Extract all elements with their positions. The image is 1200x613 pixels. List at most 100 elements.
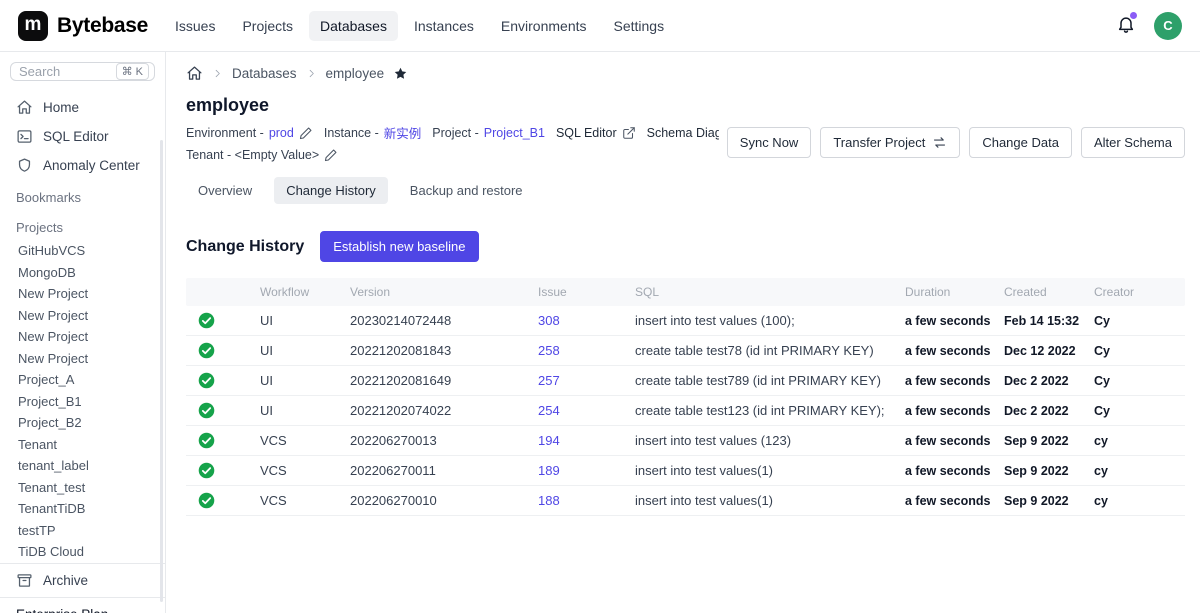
pencil-icon[interactable]: [324, 148, 338, 162]
main-content: Databases employee employee Environment …: [166, 52, 1200, 613]
sidebar-project-item[interactable]: Project_A: [0, 369, 165, 391]
sidebar-item-archive[interactable]: Archive: [0, 563, 165, 597]
sidebar-item-sql-editor[interactable]: SQL Editor: [0, 122, 165, 151]
button-label: Alter Schema: [1094, 135, 1172, 150]
meta-label: Instance -: [324, 126, 379, 140]
breadcrumb-employee[interactable]: employee: [326, 66, 385, 81]
change-data-button[interactable]: Change Data: [969, 127, 1072, 158]
transfer-icon: [932, 135, 947, 150]
avatar[interactable]: C: [1154, 12, 1182, 40]
button-label: Change Data: [982, 135, 1059, 150]
sidebar-project-item[interactable]: New Project: [0, 326, 165, 348]
col-creator: Creator: [1094, 285, 1185, 299]
row-status: [186, 492, 260, 509]
col-workflow: Workflow: [260, 285, 350, 299]
sidebar-project-item[interactable]: TenantTiDB: [0, 498, 165, 520]
sidebar-project-item[interactable]: New Project: [0, 305, 165, 327]
establish-baseline-button[interactable]: Establish new baseline: [320, 231, 478, 262]
tab-change-history[interactable]: Change History: [274, 177, 388, 204]
sidebar-item-anomaly-center[interactable]: Anomaly Center: [0, 151, 165, 180]
cell-creator: Cy: [1094, 314, 1185, 328]
sidebar-item-label: Home: [43, 100, 79, 115]
history-row: UI20221202074022254create table test123 …: [186, 396, 1185, 426]
col-duration: Duration: [905, 285, 1004, 299]
tab-bar: Overview Change History Backup and restore: [186, 177, 1185, 204]
issue-link[interactable]: 194: [538, 433, 560, 448]
search-input[interactable]: [19, 64, 112, 79]
cell-duration: a few seconds: [905, 374, 1004, 388]
sidebar-project-item[interactable]: New Project: [0, 283, 165, 305]
cell-sql: create table test78 (id int PRIMARY KEY): [635, 343, 905, 358]
meta-action-sql-editor[interactable]: SQL Editor: [556, 126, 617, 140]
sidebar-item-label: SQL Editor: [43, 129, 109, 144]
issue-link[interactable]: 257: [538, 373, 560, 388]
tab-overview[interactable]: Overview: [186, 177, 264, 204]
sidebar-project-item[interactable]: TiDB Cloud: [0, 541, 165, 563]
issue-link[interactable]: 308: [538, 313, 560, 328]
anomaly-center-icon: [16, 157, 33, 174]
nav-item-instances[interactable]: Instances: [403, 11, 485, 41]
history-row: VCS202206270011189insert into test value…: [186, 456, 1185, 486]
alter-schema-button[interactable]: Alter Schema: [1081, 127, 1185, 158]
nav-item-projects[interactable]: Projects: [231, 11, 304, 41]
button-label: Sync Now: [740, 135, 799, 150]
database-meta: Environment - prodInstance - 新实例Project …: [186, 123, 719, 162]
cell-created: Feb 14 15:32: [1004, 314, 1094, 328]
home-icon[interactable]: [186, 65, 203, 82]
cell-creator: cy: [1094, 464, 1185, 478]
cell-creator: Cy: [1094, 404, 1185, 418]
cell-sql: insert into test values (123): [635, 433, 905, 448]
cell-version: 202206270011: [350, 463, 538, 478]
cell-duration: a few seconds: [905, 314, 1004, 328]
cell-created: Dec 2 2022: [1004, 404, 1094, 418]
meta-action-schema-diagram[interactable]: Schema Diagram: [647, 126, 719, 140]
cell-workflow: UI: [260, 373, 350, 388]
issue-link[interactable]: 189: [538, 463, 560, 478]
sidebar-project-item[interactable]: Project_B1: [0, 391, 165, 413]
meta-link-prod[interactable]: prod: [269, 126, 294, 140]
sidebar-bottom: Archive Enterprise Plan: [0, 563, 165, 613]
cell-creator: cy: [1094, 494, 1185, 508]
sidebar-project-item[interactable]: Tenant_test: [0, 477, 165, 499]
star-icon[interactable]: [393, 66, 408, 81]
sidebar-project-item[interactable]: New Project: [0, 348, 165, 370]
cell-workflow: UI: [260, 403, 350, 418]
cell-created: Sep 9 2022: [1004, 464, 1094, 478]
check-circle-icon: [198, 372, 215, 389]
breadcrumb-databases[interactable]: Databases: [232, 66, 297, 81]
sidebar-project-item[interactable]: MongoDB: [0, 262, 165, 284]
sidebar-project-item[interactable]: Tenant: [0, 434, 165, 456]
sidebar-scrollbar[interactable]: [160, 140, 163, 602]
search-box[interactable]: ⌘ K: [10, 62, 155, 81]
cell-duration: a few seconds: [905, 404, 1004, 418]
tab-backup-and-restore[interactable]: Backup and restore: [398, 177, 535, 204]
nav-item-settings[interactable]: Settings: [603, 11, 676, 41]
tenant-label: Tenant - <Empty Value>: [186, 148, 319, 162]
nav-item-issues[interactable]: Issues: [164, 11, 226, 41]
table-header: WorkflowVersionIssueSQLDurationCreatedCr…: [186, 278, 1185, 306]
sidebar-item-home[interactable]: Home: [0, 93, 165, 122]
brand[interactable]: m Bytebase: [18, 11, 148, 41]
sync-now-button[interactable]: Sync Now: [727, 127, 812, 158]
cell-creator: cy: [1094, 434, 1185, 448]
meta-link--[interactable]: 新实例: [384, 123, 422, 142]
issue-link[interactable]: 188: [538, 493, 560, 508]
body-shell: ⌘ K HomeSQL EditorAnomaly Center Bookmar…: [0, 52, 1200, 613]
nav-item-environments[interactable]: Environments: [490, 11, 598, 41]
sidebar-project-item[interactable]: tenant_label: [0, 455, 165, 477]
issue-link[interactable]: 258: [538, 343, 560, 358]
notifications-button[interactable]: [1116, 14, 1136, 37]
issue-link[interactable]: 254: [538, 403, 560, 418]
col-sql: SQL: [635, 285, 905, 299]
nav-item-databases[interactable]: Databases: [309, 11, 398, 41]
row-status: [186, 372, 260, 389]
breadcrumb: Databases employee: [186, 65, 1185, 82]
archive-icon: [16, 572, 33, 589]
sidebar-project-item[interactable]: testTP: [0, 520, 165, 542]
sidebar-project-item[interactable]: GitHubVCS: [0, 240, 165, 262]
meta-link-project-b1[interactable]: Project_B1: [484, 126, 545, 140]
transfer-project-button[interactable]: Transfer Project: [820, 127, 960, 158]
meta-label: Project -: [432, 126, 479, 140]
sidebar-project-item[interactable]: Project_B2: [0, 412, 165, 434]
database-header-row: Environment - prodInstance - 新实例Project …: [186, 123, 1185, 162]
